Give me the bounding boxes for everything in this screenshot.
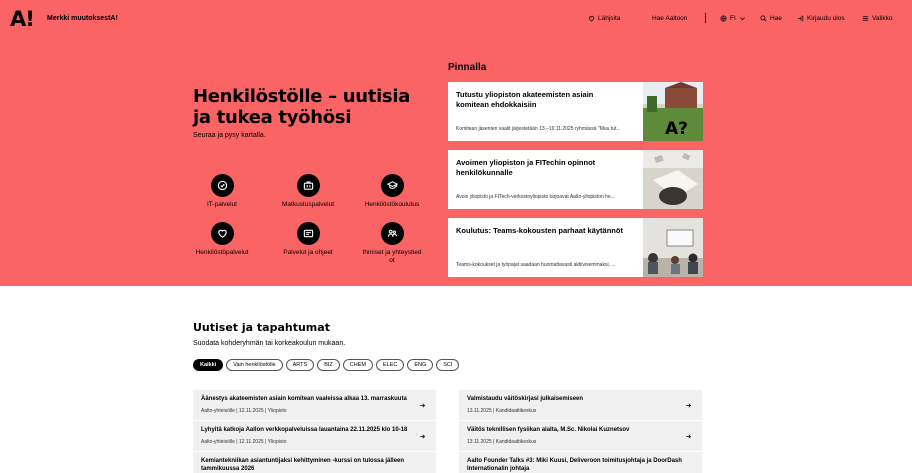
heart-icon [588,16,595,22]
filter-chip-chem[interactable]: CHEM [342,359,373,371]
arrow-right-icon [686,434,692,439]
news-item-title: Väitös teknillisen fysiikan alalta, M.Sc… [467,427,630,433]
service-it[interactable]: IT-palvelut [192,174,252,209]
featured-card-title: Avoimen yliopiston ja FITechin opinnot h… [456,158,596,177]
menu-button[interactable]: Valikko [862,14,892,23]
filter-chip-biz[interactable]: BIZ [317,359,340,371]
people-icon [387,229,397,237]
language-selector[interactable]: FI [720,14,746,23]
featured-card[interactable]: Avoimen yliopiston ja FITechin opinnot h… [448,150,703,209]
news-item-title: Kemiantekniikan asiantuntijaksi kehittym… [201,458,405,472]
campus-building-image: A? [643,82,703,141]
logout-button[interactable]: Kirjaudu ulos [797,14,845,23]
page-subtitle: Seuraa ja pysy kartalla. [193,132,266,139]
search-label: Hae [770,15,782,22]
globe-icon [720,15,727,22]
featured-heading: Pinnalla [448,62,487,73]
service-guides[interactable]: Palvelut ja ohjeet [278,222,338,257]
arrow-right-icon [420,403,426,408]
menu-label: Valikko [872,15,893,22]
news-item[interactable]: Valmistaudu väitöskirjasi julkaisemiseen… [459,390,702,421]
news-item-meta: 13.11.2025 | Kandidaattikeskus [467,438,537,445]
news-subheading: Suodata kohderyhmän tai korkeakoulun muk… [193,340,346,347]
logout-label: Kirjaudu ulos [807,15,845,22]
svg-text:A?: A? [665,119,688,139]
news-item-title: Lyhyitä katkoja Aallon verkkopalveluissa… [201,427,408,433]
filter-chip-arts[interactable]: ARTS [285,359,315,371]
featured-card-desc: Avoin yliopisto ja FITech-verkostoyliopi… [456,194,615,200]
service-label: Palvelut ja ohjeet [283,249,333,256]
service-training[interactable]: Henkilöstökoulutus [362,174,422,209]
news-list-right: Valmistaudu väitöskirjasi julkaisemiseen… [459,390,702,473]
news-heading: Uutiset ja tapahtumat [193,321,330,334]
search-aalto-link[interactable]: Hae Aaltoon [652,14,687,23]
service-label: Henkilöstökoulutus [364,201,420,208]
service-label: IT-palvelut [207,201,237,208]
featured-card[interactable]: Tutustu yliopiston akateemisten asiain k… [448,82,703,141]
filter-chip-elec[interactable]: ELEC [375,359,405,371]
graduation-cap-icon [386,181,398,189]
hamburger-icon [862,16,869,21]
featured-card[interactable]: Koulutus: Teams-kokousten parhaat käytän… [448,218,703,277]
meeting-room-image [643,218,703,277]
news-list-left: Äänestys akateemisten asiain komitean va… [193,390,436,473]
filter-chip-eng[interactable]: ENG [407,359,434,371]
page-title: Henkilöstölle – uutisia ja tukea työhösi [193,86,411,128]
logout-icon [797,15,804,22]
service-label: Matkustuspalvelut [281,201,335,208]
news-item-title: Äänestys akateemisten asiain komitean va… [201,396,407,402]
service-label: Henkilöstöpalvelut [195,249,249,256]
chevron-down-icon [739,17,745,21]
shortcuts-label: Lähjsita [598,15,621,22]
service-travel[interactable]: Matkustuspalvelut [278,174,338,209]
featured-card-desc: Komitean jäsenten vaalit järjestetään 13… [456,126,621,132]
service-hr[interactable]: Henkilöstöpalvelut [192,222,252,257]
check-circle-icon [217,180,227,191]
study-photo-image [643,150,703,209]
news-item[interactable]: Kemiantekniikan asiantuntijaksi kehittym… [193,452,436,473]
service-people[interactable]: Ihmiset ja yhteystiedot [362,222,422,265]
shortcuts-link[interactable]: Lähjsita [588,14,620,23]
filter-chip-sci[interactable]: SCI [436,359,460,371]
arrow-right-icon [686,403,692,408]
search-button[interactable]: Hae [760,14,782,23]
heart-icon [217,229,227,238]
service-label: Ihmiset ja yhteystiedot [362,249,422,264]
news-filter-group: Kaikki Vain henkilöstölle ARTS BIZ CHEM … [193,359,460,371]
filter-chip-staff[interactable]: Vain henkilöstölle [226,359,283,371]
news-item[interactable]: Aalto Founder Talks #3: Miki Kuusi, Deli… [459,452,702,473]
featured-card-title: Koulutus: Teams-kokousten parhaat käytän… [456,226,623,235]
aalto-logo[interactable]: A! [10,8,35,30]
search-icon [760,15,767,22]
briefcase-icon [303,181,313,190]
news-item-meta: Aalto-yhteisölle | 12.11.2025 | Yliopist… [201,438,287,445]
news-item-meta: 13.11.2025 | Kandidaattikeskus [467,407,537,414]
language-label: FI [730,15,736,22]
brand-campaign-link[interactable]: Merkki muutoksestA! [47,14,118,23]
news-item-title: Valmistaudu väitöskirjasi julkaisemiseen [467,396,584,402]
filter-chip-all[interactable]: Kaikki [193,359,224,371]
document-icon [303,229,313,238]
news-item-title: Aalto Founder Talks #3: Miki Kuusi, Deli… [467,458,682,472]
featured-card-title: Tutustu yliopiston akateemisten asiain k… [456,90,594,109]
news-item[interactable]: Väitös teknillisen fysiikan alalta, M.Sc… [459,421,702,452]
featured-card-desc: Teams-kokoukset ja työpajat saadaan huom… [456,262,616,268]
news-item[interactable]: Lyhyitä katkoja Aallon verkkopalveluissa… [193,421,436,452]
news-item[interactable]: Äänestys akateemisten asiain komitean va… [193,390,436,421]
search-aalto-label: Hae Aaltoon [652,15,688,22]
nav-divider [705,13,706,23]
news-item-meta: Aalto-yhteisölle | 12.11.2025 | Yliopist… [201,407,287,414]
arrow-right-icon [420,434,426,439]
